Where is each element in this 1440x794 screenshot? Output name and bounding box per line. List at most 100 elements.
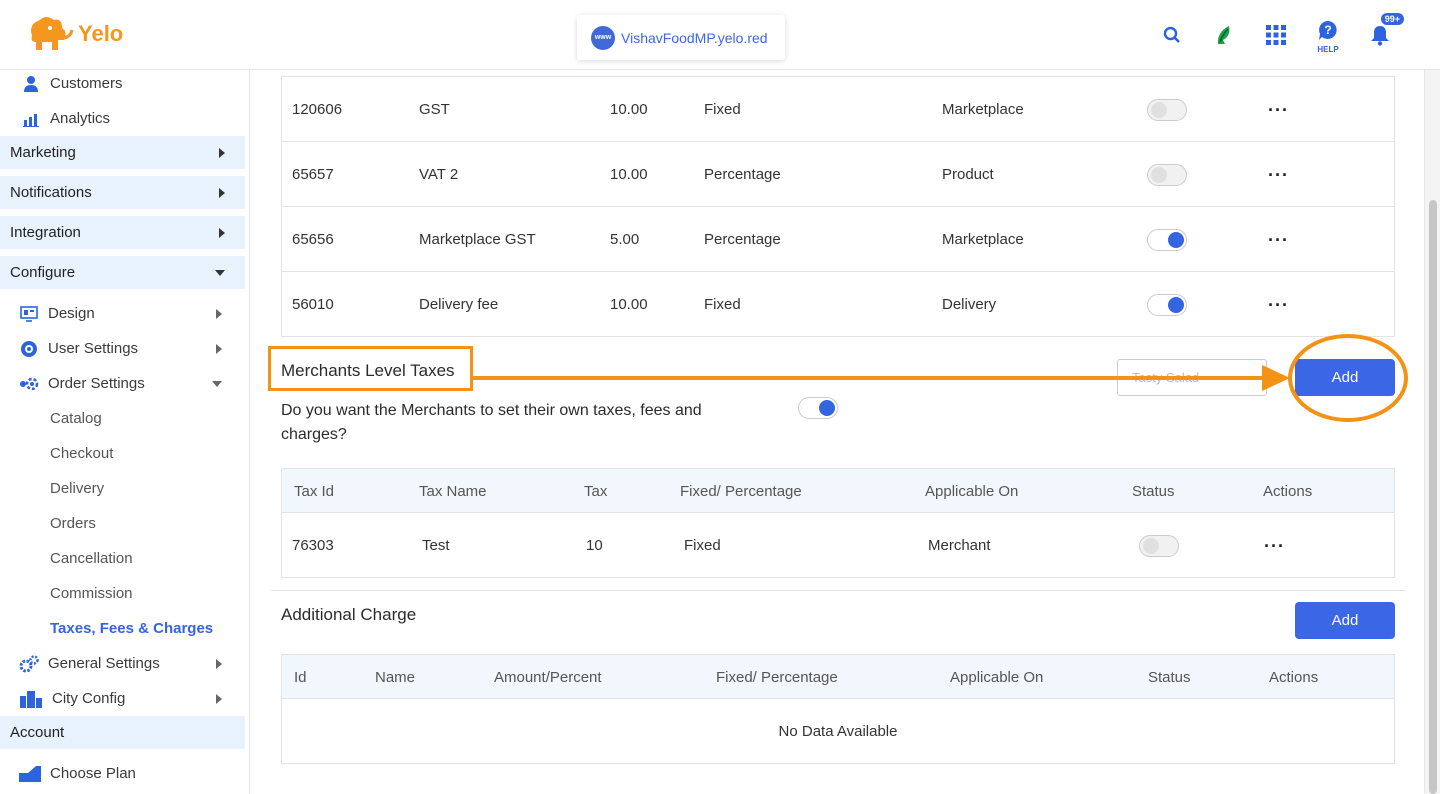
sidebar-subitem-cancellation[interactable]: Cancellation xyxy=(50,550,133,567)
header-type: Fixed/ Percentage xyxy=(716,668,838,686)
header-tax-name: Tax Name xyxy=(419,482,487,500)
more-actions-icon[interactable]: ··· xyxy=(1264,537,1285,555)
merchant-taxes-table: Tax Id Tax Name Tax Fixed/ Percentage Ap… xyxy=(281,468,1395,578)
sidebar-subitem-commission[interactable]: Commission xyxy=(50,585,133,602)
section-label: Notifications xyxy=(10,184,92,201)
additional-charge-add-button[interactable]: Add xyxy=(1295,602,1395,639)
tax-id-cell: 76303 xyxy=(292,537,334,554)
bell-icon xyxy=(1371,26,1389,46)
choose-plan-icon xyxy=(18,764,42,784)
sidebar-item-customers[interactable]: Customers xyxy=(0,66,250,101)
tax-id-cell: 56010 xyxy=(292,296,334,313)
sidebar-section-integration[interactable]: Integration xyxy=(0,216,245,249)
chevron-down-icon xyxy=(215,269,225,276)
sidebar-item-label: Analytics xyxy=(50,110,111,127)
sidebar-item-user-settings[interactable]: User Settings xyxy=(0,331,250,366)
analytics-icon xyxy=(20,109,42,129)
sidebar-subitem-taxes-fees-charges[interactable]: Taxes, Fees & Charges xyxy=(50,620,213,637)
notifications-button[interactable]: 99+ xyxy=(1354,13,1406,52)
status-toggle[interactable] xyxy=(1147,163,1187,186)
sidebar-item-label: General Settings xyxy=(48,655,160,672)
top-bar: Yelo www VishavFoodMP.yelo.red ? HELP 99… xyxy=(0,0,1440,70)
sidebar-subitem-catalog[interactable]: Catalog xyxy=(50,410,102,427)
help-label: HELP xyxy=(1317,45,1339,54)
domain-link[interactable]: www VishavFoodMP.yelo.red xyxy=(577,15,785,60)
sidebar-item-general-settings[interactable]: General Settings xyxy=(0,646,250,681)
globe-www-icon: www xyxy=(591,25,615,50)
tax-value-cell: 10.00 xyxy=(610,166,648,183)
status-toggle[interactable] xyxy=(1147,228,1187,251)
section-divider xyxy=(271,590,1405,591)
apps-grid-button[interactable] xyxy=(1250,18,1302,52)
more-actions-icon[interactable]: ··· xyxy=(1268,101,1289,119)
tax-type-cell: Fixed xyxy=(704,296,741,313)
sidebar-section-account[interactable]: Account xyxy=(0,716,245,749)
table-header: Tax Id Tax Name Tax Fixed/ Percentage Ap… xyxy=(282,469,1394,513)
page-scrollbar[interactable] xyxy=(1424,70,1440,794)
more-actions-icon[interactable]: ··· xyxy=(1268,231,1289,249)
additional-charge-title: Additional Charge xyxy=(281,605,417,624)
logo[interactable]: Yelo xyxy=(24,14,123,54)
tax-id-cell: 65656 xyxy=(292,231,334,248)
table-row: 65656 Marketplace GST 5.00 Percentage Ma… xyxy=(282,207,1394,272)
sidebar-section-configure[interactable]: Configure xyxy=(0,256,245,289)
customer-icon xyxy=(20,74,42,94)
annotation-highlight-box xyxy=(268,346,473,391)
tax-value-cell: 10 xyxy=(586,537,603,554)
tax-type-cell: Fixed xyxy=(704,101,741,118)
table-row: 65657 VAT 2 10.00 Percentage Product ··· xyxy=(282,142,1394,207)
search-icon xyxy=(1163,26,1180,43)
top-icons: ? HELP 99+ xyxy=(1146,13,1406,54)
marketplace-taxes-table: 120606 GST 10.00 Fixed Marketplace ··· 6… xyxy=(281,76,1395,337)
leaf-app-button[interactable] xyxy=(1198,18,1250,52)
merchant-own-taxes-toggle[interactable] xyxy=(798,397,838,419)
sidebar-item-design[interactable]: Design xyxy=(0,296,250,331)
table-row: 120606 GST 10.00 Fixed Marketplace ··· xyxy=(282,77,1394,142)
sidebar-section-marketing[interactable]: Marketing xyxy=(0,136,245,169)
tax-value-cell: 5.00 xyxy=(610,231,640,248)
sidebar-subitem-delivery[interactable]: Delivery xyxy=(50,480,104,497)
header-status: Status xyxy=(1132,482,1175,500)
sidebar-item-label: User Settings xyxy=(48,340,139,357)
tax-value-cell: 10.00 xyxy=(610,101,648,118)
notification-badge: 99+ xyxy=(1380,13,1404,25)
chevron-right-icon xyxy=(216,658,222,669)
annotation-highlight-ellipse xyxy=(1288,334,1408,422)
sidebar-subitem-checkout[interactable]: Checkout xyxy=(50,445,113,462)
sidebar-item-order-settings[interactable]: Order Settings xyxy=(0,366,250,401)
user-settings-icon xyxy=(18,339,40,359)
search-button[interactable] xyxy=(1146,18,1198,52)
domain-text: VishavFoodMP.yelo.red xyxy=(621,29,768,46)
header-tax-id: Tax Id xyxy=(294,482,335,500)
status-toggle[interactable] xyxy=(1139,534,1179,557)
sidebar-item-choose-plan[interactable]: Choose Plan xyxy=(0,756,250,791)
status-toggle[interactable] xyxy=(1147,293,1187,316)
tax-name-cell: GST xyxy=(419,101,450,118)
merchant-tax-question: Do you want the Merchants to set their o… xyxy=(281,402,702,443)
chevron-right-icon xyxy=(216,343,222,354)
design-icon xyxy=(18,304,40,324)
chevron-right-icon xyxy=(216,308,222,319)
header-applicable-on: Applicable On xyxy=(925,482,1019,500)
sidebar-section-notifications[interactable]: Notifications xyxy=(0,176,245,209)
status-toggle[interactable] xyxy=(1147,98,1187,121)
sidebar-item-city-config[interactable]: City Config xyxy=(0,681,250,716)
annotation-arrow-head-icon xyxy=(1262,365,1290,391)
table-header: Id Name Amount/Percent Fixed/ Percentage… xyxy=(282,655,1394,699)
tax-name-cell: Test xyxy=(422,537,450,554)
section-label: Marketing xyxy=(10,144,76,161)
header-applicable-on: Applicable On xyxy=(950,668,1044,686)
header-id: Id xyxy=(294,668,307,686)
chevron-right-icon xyxy=(219,227,225,238)
help-button[interactable]: ? HELP xyxy=(1302,18,1354,54)
tax-type-cell: Fixed xyxy=(684,537,721,554)
section-label: Integration xyxy=(10,224,81,241)
more-actions-icon[interactable]: ··· xyxy=(1268,296,1289,314)
sidebar-item-analytics[interactable]: Analytics xyxy=(0,101,250,136)
sidebar-subitem-orders[interactable]: Orders xyxy=(50,515,96,532)
section-label: Account xyxy=(10,724,65,741)
help-icon: ? xyxy=(1319,21,1337,40)
header-name: Name xyxy=(375,668,416,686)
more-actions-icon[interactable]: ··· xyxy=(1268,166,1289,184)
scrollbar-thumb[interactable] xyxy=(1429,200,1437,794)
